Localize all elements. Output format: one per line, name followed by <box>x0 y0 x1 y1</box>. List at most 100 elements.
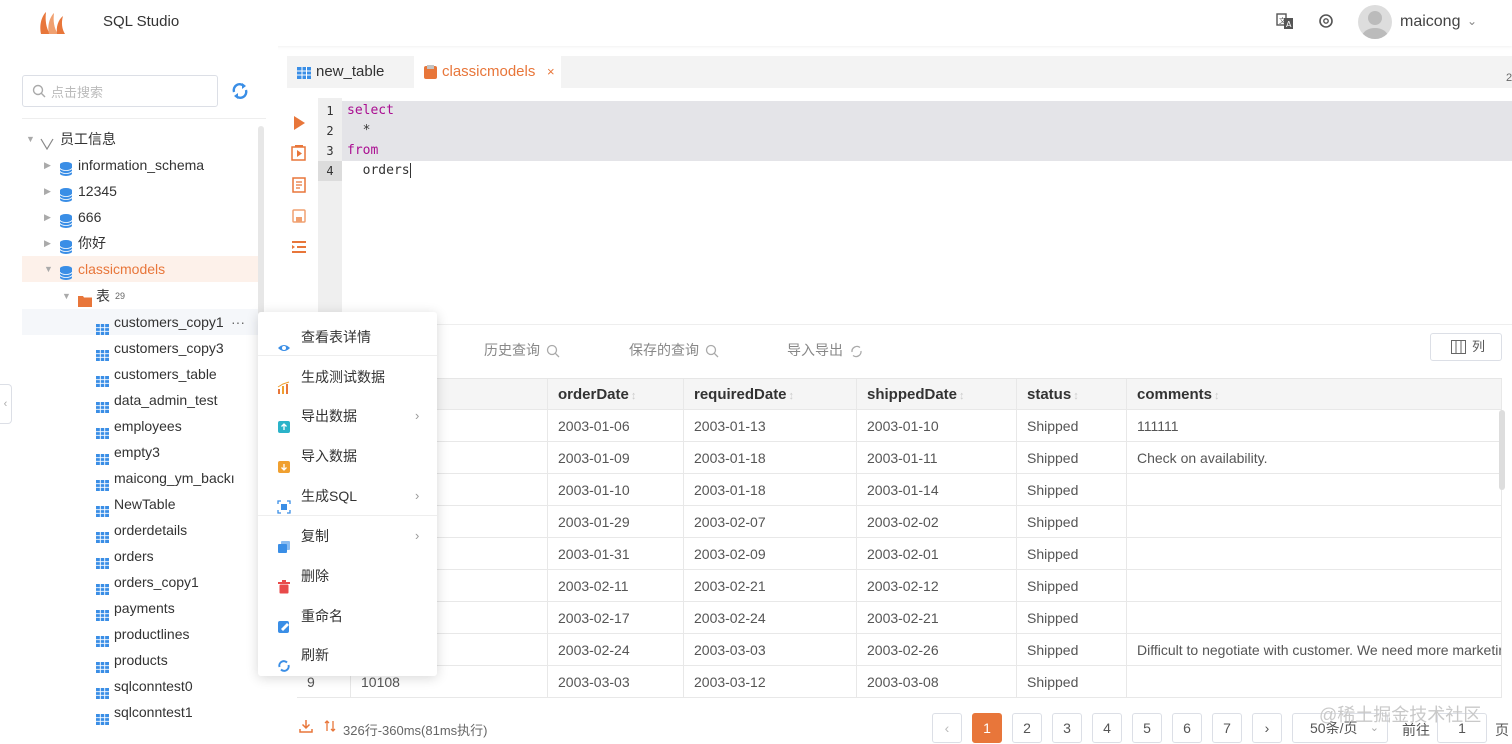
tree-table[interactable]: orderdetails <box>22 517 260 543</box>
tree-database[interactable]: ▶ information_schema <box>22 152 260 178</box>
download-icon[interactable] <box>299 719 313 733</box>
tree-database-active[interactable]: ▼ classicmodels <box>22 256 260 282</box>
page-button[interactable]: 3 <box>1052 713 1082 743</box>
column-header[interactable]: comments ↕ <box>1127 379 1502 411</box>
sort-icon[interactable]: ↕ <box>959 390 965 402</box>
refresh-icon[interactable] <box>230 81 250 101</box>
caret-icon[interactable]: ▶ <box>44 230 51 256</box>
page-button[interactable]: 2 <box>1012 713 1042 743</box>
page-button[interactable]: 7 <box>1212 713 1242 743</box>
tree-database[interactable]: ▶ 你好 <box>22 230 260 256</box>
table-cell: 2003-03-03 <box>548 666 684 698</box>
settings-icon[interactable] <box>1317 12 1335 30</box>
sidebar-collapse-button[interactable]: ‹ <box>0 384 12 424</box>
menu-item-1[interactable]: 生成测试数据 <box>258 357 437 397</box>
menu-item-6[interactable]: 删除 <box>258 556 437 596</box>
format-sql-icon[interactable] <box>290 176 308 194</box>
tree-database[interactable]: ▶ 12345 <box>22 178 260 204</box>
column-header[interactable]: status ↕ <box>1017 379 1127 411</box>
caret-icon[interactable]: ▼ <box>44 256 53 282</box>
menu-item-0[interactable]: 查看表详情 <box>258 317 437 357</box>
column-label: comments <box>1137 386 1213 403</box>
run-selected-icon[interactable] <box>290 144 308 162</box>
column-header[interactable]: shippedDate ↕ <box>857 379 1017 411</box>
prev-page-button[interactable]: ‹ <box>932 713 962 743</box>
tree-connection[interactable]: ▼ 员工信息 <box>22 126 260 152</box>
sort-icon[interactable] <box>324 719 336 733</box>
table-cell: 2003-01-11 <box>857 442 1017 474</box>
sort-icon[interactable]: ↕ <box>631 390 637 402</box>
user-name[interactable]: maicong <box>1400 13 1460 31</box>
tree-tables-group[interactable]: ▼ 表 29 <box>22 283 260 309</box>
caret-icon[interactable]: ▶ <box>44 204 51 230</box>
sort-icon[interactable]: ↕ <box>789 390 795 402</box>
table-cell: 2003-01-06 <box>548 410 684 442</box>
menu-item-3[interactable]: 导入数据 <box>258 436 437 476</box>
search-input[interactable] <box>51 82 211 102</box>
run-icon[interactable] <box>290 114 308 132</box>
tab-label: 保存的查询 <box>629 342 699 358</box>
tab-saved-query[interactable]: 保存的查询 <box>629 340 719 360</box>
tree-table[interactable] <box>22 725 260 735</box>
cell-value: 2003-02-12 <box>867 578 939 594</box>
page-button[interactable]: 4 <box>1092 713 1122 743</box>
table-cell: 2003-01-09 <box>548 442 684 474</box>
tree-table[interactable]: NewTable <box>22 491 260 517</box>
tree-database[interactable]: ▶ 666 <box>22 204 260 230</box>
next-page-button[interactable]: › <box>1252 713 1282 743</box>
tree-table[interactable]: payments <box>22 595 260 621</box>
cell-value: 2003-02-11 <box>558 578 629 594</box>
cell-value: 2003-02-24 <box>558 642 630 658</box>
grid-scrollbar[interactable] <box>1499 410 1505 490</box>
close-icon[interactable]: × <box>547 56 555 88</box>
indent-icon[interactable] <box>290 238 308 256</box>
columns-button[interactable]: 列 <box>1430 333 1502 361</box>
tree-table[interactable]: orders <box>22 543 260 569</box>
tree-scrollbar[interactable] <box>258 126 264 326</box>
menu-item-8[interactable]: 刷新 <box>258 635 437 675</box>
tree-table[interactable]: customers_copy1 ··· <box>22 309 260 335</box>
sort-icon[interactable]: ↕ <box>1214 390 1220 402</box>
menu-item-2[interactable]: 导出数据 › <box>258 396 437 436</box>
tree-table[interactable]: sqlconntest1 <box>22 699 260 725</box>
save-icon[interactable] <box>290 207 308 225</box>
tree-label: orders <box>114 548 154 564</box>
cell-value: Shipped <box>1027 578 1079 594</box>
tree-table[interactable]: employees <box>22 413 260 439</box>
tab-history-query[interactable]: 历史查询 <box>484 340 560 360</box>
tab-import-export[interactable]: 导入导出 <box>787 340 864 360</box>
search-box[interactable] <box>22 75 218 107</box>
cell-value: 2003-02-07 <box>694 514 766 530</box>
column-header[interactable]: orderDate ↕ <box>548 379 684 411</box>
translate-icon[interactable]: 文 A <box>1276 12 1294 30</box>
tab-new-table[interactable]: new_table <box>287 56 411 88</box>
tree-table[interactable]: sqlconntest0 <box>22 673 260 699</box>
tree-table[interactable]: maicong_ym_backı <box>22 465 260 491</box>
more-icon[interactable]: ··· <box>231 309 245 335</box>
chevron-down-icon[interactable]: ⌄ <box>1467 14 1477 28</box>
tree-table[interactable]: data_admin_test <box>22 387 260 413</box>
tree-table[interactable]: orders_copy1 <box>22 569 260 595</box>
caret-icon[interactable]: ▼ <box>26 126 35 152</box>
sql-editor[interactable]: select * from orders <box>342 98 1512 324</box>
sort-icon[interactable]: ↕ <box>1073 390 1079 402</box>
tab-classicmodels[interactable]: classicmodels × <box>414 56 561 88</box>
table-row: 2003-01-09 2003-01-18 2003-01-11 Shipped Che… <box>297 442 1502 474</box>
page-button[interactable]: 1 <box>972 713 1002 743</box>
tree-table[interactable]: customers_table <box>22 361 260 387</box>
tree-table[interactable]: productlines <box>22 621 260 647</box>
page-button[interactable]: 6 <box>1172 713 1202 743</box>
caret-icon[interactable]: ▶ <box>44 178 51 204</box>
user-avatar[interactable] <box>1358 5 1392 39</box>
page-button[interactable]: 5 <box>1132 713 1162 743</box>
tree-table[interactable]: products <box>22 647 260 673</box>
tree-table[interactable]: customers_copy3 <box>22 335 260 361</box>
column-header[interactable]: requiredDate ↕ <box>684 379 857 411</box>
menu-item-5[interactable]: 复制 › <box>258 516 437 556</box>
table-cell: 2003-02-17 <box>548 602 684 634</box>
menu-item-7[interactable]: 重命名 <box>258 596 437 636</box>
menu-item-4[interactable]: 生成SQL › <box>258 476 437 516</box>
tree-table[interactable]: empty3 <box>22 439 260 465</box>
caret-icon[interactable]: ▶ <box>44 152 51 178</box>
caret-icon[interactable]: ▼ <box>62 283 71 309</box>
